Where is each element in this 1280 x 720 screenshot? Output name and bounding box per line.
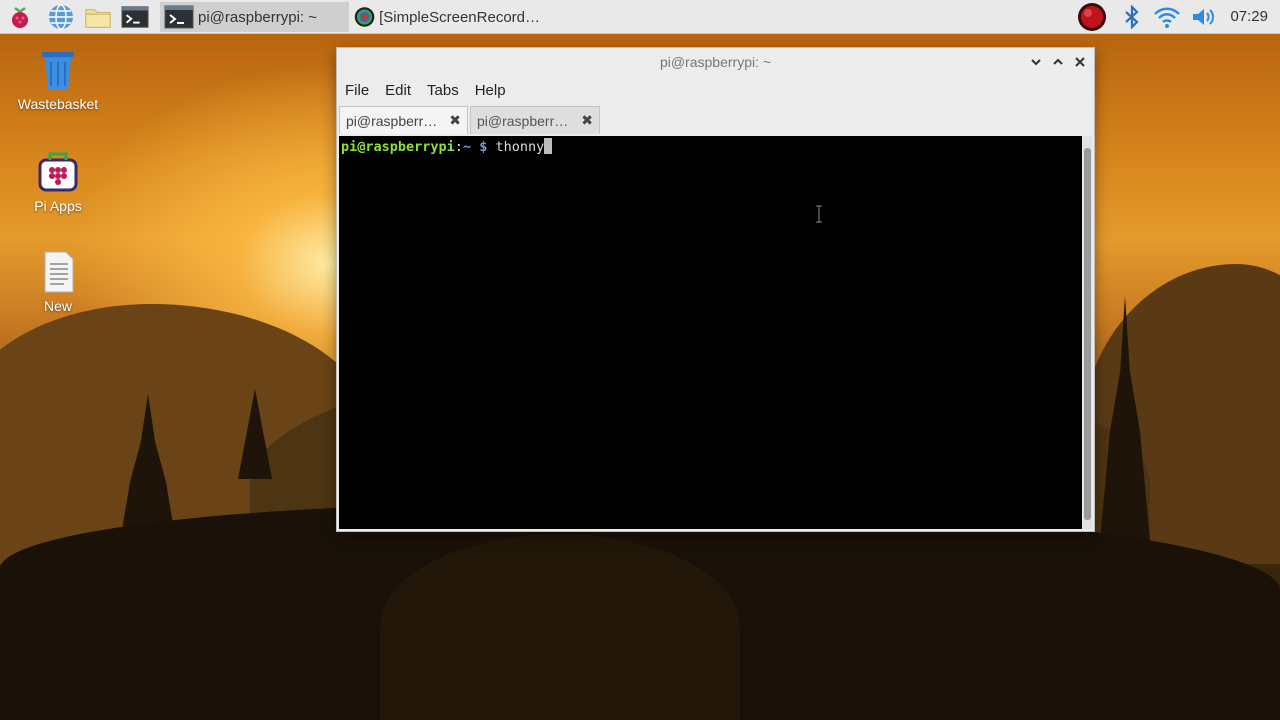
document-icon — [36, 250, 80, 294]
desktop-icon-label: Pi Apps — [34, 198, 82, 214]
prompt-symbol: $ — [471, 139, 496, 155]
window-title: pi@raspberrypi: ~ — [659, 54, 772, 70]
taskbar-task-label: [SimpleScreenRecord… — [379, 8, 540, 26]
chevron-down-icon — [1031, 59, 1041, 66]
prompt-separator: : — [454, 139, 463, 155]
menu-file[interactable]: File — [337, 82, 377, 99]
tab-label: pi@raspberr… — [346, 112, 438, 129]
raspberry-menu-icon[interactable] — [6, 3, 34, 31]
mouse-ibeam-cursor-icon — [815, 205, 823, 223]
prompt-path: ~ — [462, 139, 472, 155]
typed-command: thonny — [495, 139, 545, 155]
prompt-user-host: pi@raspberrypi — [341, 139, 455, 155]
menu-edit[interactable]: Edit — [377, 82, 419, 99]
desktop-icon-pi-apps[interactable]: Pi Apps — [3, 150, 113, 214]
menubar: File Edit Tabs Help — [337, 76, 1094, 104]
wallpaper-tree-cluster — [380, 534, 740, 720]
terminal-scrollbar[interactable] — [1083, 136, 1092, 529]
maximize-button[interactable] — [1049, 53, 1067, 71]
bluetooth-icon[interactable] — [1118, 3, 1146, 31]
close-tab-icon[interactable]: ✖ — [449, 112, 461, 129]
chevron-up-icon — [1053, 58, 1063, 65]
close-icon — [1075, 57, 1085, 67]
terminal-tab-1[interactable]: pi@raspberr… ✖ — [339, 106, 468, 134]
close-button[interactable] — [1071, 53, 1089, 71]
terminal-window: pi@raspberrypi: ~ File Edit Tabs Help pi… — [337, 48, 1094, 531]
text-cursor — [544, 138, 553, 154]
terminal-tab-2[interactable]: pi@raspberr… ✖ — [470, 106, 600, 134]
wifi-icon[interactable] — [1153, 3, 1181, 31]
desktop-icon-wastebasket[interactable]: Wastebasket — [3, 48, 113, 112]
trash-icon — [36, 48, 80, 92]
scrollbar-thumb[interactable] — [1084, 148, 1091, 520]
record-indicator-icon[interactable] — [1076, 3, 1108, 31]
desktop-icon-label: Wastebasket — [17, 96, 99, 112]
desktop-icon-new[interactable]: New — [3, 250, 113, 314]
taskbar-task-label: pi@raspberrypi: ~ — [198, 8, 318, 26]
terminal-tabbar: pi@raspberr… ✖ pi@raspberr… ✖ — [337, 105, 1094, 135]
minimize-button[interactable] — [1027, 53, 1045, 71]
terminal-icon — [164, 5, 194, 29]
terminal-launcher-icon[interactable] — [121, 3, 149, 31]
menu-tabs[interactable]: Tabs — [419, 82, 467, 99]
screen-recorder-icon — [354, 7, 375, 27]
browser-globe-icon[interactable] — [47, 3, 75, 31]
taskbar-task-screen-recorder[interactable]: [SimpleScreenRecord… — [350, 2, 540, 32]
menu-help[interactable]: Help — [467, 82, 514, 99]
taskbar-task-terminal[interactable]: pi@raspberrypi: ~ — [160, 2, 349, 32]
terminal-output[interactable]: pi@raspberrypi:~ $ thonny — [339, 136, 1082, 529]
file-manager-folder-icon[interactable] — [84, 3, 112, 31]
taskbar: pi@raspberrypi: ~ [SimpleScreenRecord… 0… — [0, 0, 1280, 34]
desktop-icon-label: New — [43, 298, 72, 314]
pi-apps-icon — [36, 150, 80, 194]
close-tab-icon[interactable]: ✖ — [581, 112, 593, 129]
volume-icon[interactable] — [1190, 3, 1218, 31]
clock[interactable]: 07:29 — [1230, 8, 1268, 25]
tab-label: pi@raspberr… — [477, 112, 569, 129]
prompt-line: pi@raspberrypi:~ $ thonny — [341, 138, 553, 156]
window-titlebar[interactable]: pi@raspberrypi: ~ — [337, 48, 1094, 76]
